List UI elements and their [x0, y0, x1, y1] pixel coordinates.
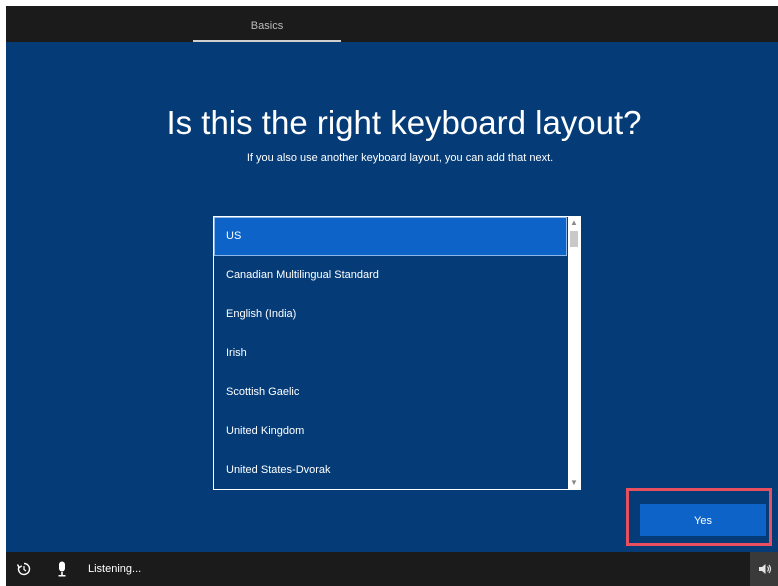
- volume-button[interactable]: [750, 552, 778, 586]
- layout-item-irish[interactable]: Irish: [214, 334, 567, 373]
- page-subtitle: If you also use another keyboard layout,…: [246, 152, 554, 164]
- listening-status: Listening...: [88, 563, 142, 575]
- list-scrollbar[interactable]: ▲ ▼: [568, 217, 580, 489]
- scroll-down-icon[interactable]: ▼: [568, 477, 580, 489]
- keyboard-layout-list[interactable]: US Canadian Multilingual Standard Englis…: [213, 216, 581, 490]
- yes-button[interactable]: Yes: [640, 504, 766, 536]
- main-panel: Is this the right keyboard layout? If yo…: [6, 42, 778, 552]
- layout-item-united-states-dvorak[interactable]: United States-Dvorak: [214, 451, 567, 490]
- top-progress-bar: Basics: [6, 6, 778, 42]
- layout-item-english-india[interactable]: English (India): [214, 295, 567, 334]
- volume-icon: [759, 564, 772, 574]
- layout-item-united-kingdom[interactable]: United Kingdom: [214, 412, 567, 451]
- oobe-window: Basics Is this the right keyboard layout…: [0, 0, 778, 586]
- ease-of-access-icon[interactable]: [16, 561, 32, 577]
- layout-item-canadian-multilingual-standard[interactable]: Canadian Multilingual Standard: [214, 256, 567, 295]
- scroll-up-icon[interactable]: ▲: [568, 217, 580, 229]
- scroll-thumb[interactable]: [570, 231, 578, 247]
- layout-item-us[interactable]: US: [214, 217, 567, 256]
- microphone-icon[interactable]: [56, 561, 68, 577]
- step-basics: Basics: [250, 20, 284, 32]
- page-title: Is this the right keyboard layout?: [166, 104, 642, 141]
- bottom-taskbar: Listening...: [6, 552, 778, 586]
- layout-item-scottish-gaelic[interactable]: Scottish Gaelic: [214, 373, 567, 412]
